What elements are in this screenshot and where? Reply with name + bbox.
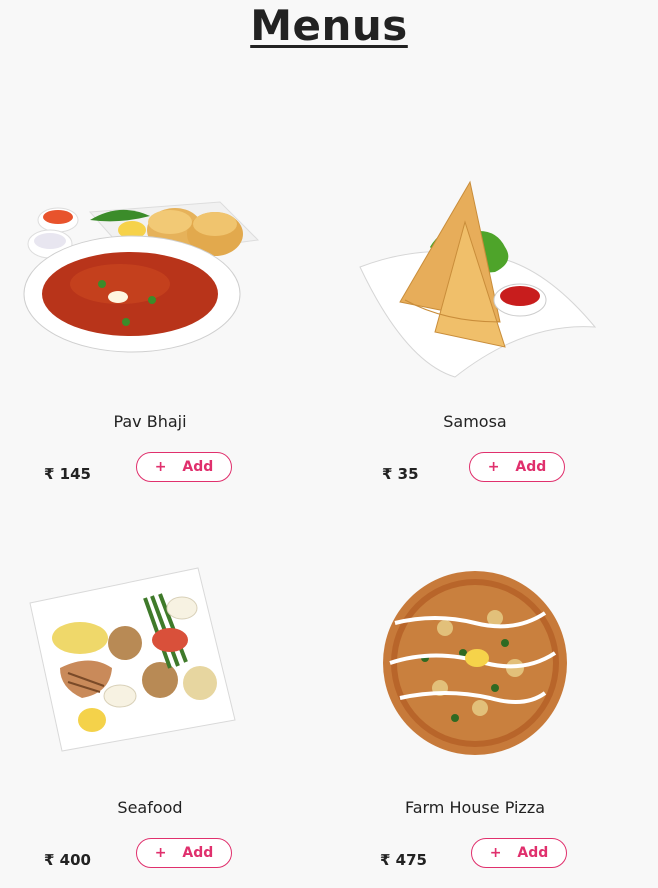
plus-icon: + (489, 845, 502, 861)
item-price: ₹ 35 (382, 465, 419, 483)
add-label: Add (182, 845, 214, 861)
add-farm-house-pizza-button[interactable]: + Add (471, 838, 567, 868)
item-price: ₹ 145 (44, 465, 91, 483)
farm-house-pizza-image (345, 558, 605, 788)
add-pav-bhaji-button[interactable]: + Add (136, 452, 232, 482)
seafood-image (20, 558, 280, 788)
add-seafood-button[interactable]: + Add (136, 838, 232, 868)
page-title: Menus (250, 1, 408, 50)
menu-card-pav-bhaji: Pav Bhaji ₹ 145 + Add (20, 172, 280, 502)
pav-bhaji-image (20, 172, 280, 402)
add-label: Add (517, 845, 549, 861)
item-name: Seafood (117, 798, 183, 817)
plus-icon: + (154, 845, 167, 861)
add-samosa-button[interactable]: + Add (469, 452, 565, 482)
add-label: Add (182, 459, 214, 475)
item-price: ₹ 475 (380, 851, 427, 869)
item-name: Farm House Pizza (404, 798, 546, 817)
add-label: Add (515, 459, 547, 475)
menu-card-samosa: Samosa ₹ 35 + Add (345, 172, 605, 502)
samosa-image (345, 172, 605, 402)
plus-icon: + (154, 459, 167, 475)
menu-card-seafood: Seafood ₹ 400 + Add (20, 558, 280, 888)
item-name: Pav Bhaji (113, 412, 187, 431)
plus-icon: + (487, 459, 500, 475)
menu-card-farm-house-pizza: Farm House Pizza ₹ 475 + Add (345, 558, 605, 888)
item-price: ₹ 400 (44, 851, 91, 869)
item-name: Samosa (443, 412, 507, 431)
